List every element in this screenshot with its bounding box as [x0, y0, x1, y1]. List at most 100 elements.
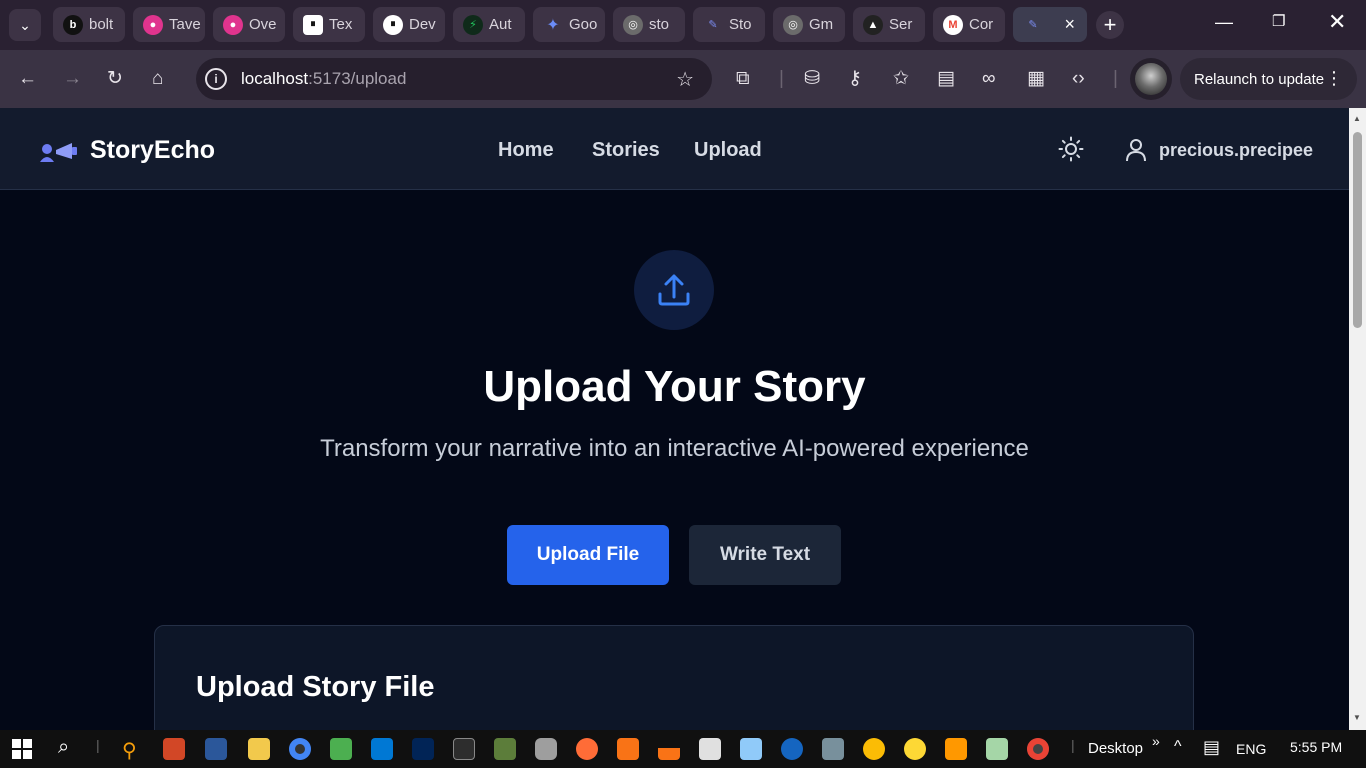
storyecho-favicon-icon: ✎ — [1028, 19, 1038, 31]
app-navbar: StoryEcho Home Stories Upload precious.p… — [0, 108, 1349, 190]
toolbar-overflow-chevron-icon[interactable]: » — [1152, 733, 1160, 749]
site-info-icon[interactable]: i — [205, 68, 227, 90]
tab-server[interactable]: ▲ Ser — [853, 7, 925, 42]
card-title: Upload Story File — [196, 671, 435, 703]
windows-start-icon[interactable] — [12, 739, 32, 759]
taskbar-git-icon[interactable] — [494, 738, 516, 760]
devtools-icon[interactable]: ‹› — [1072, 68, 1085, 90]
toolbar-divider: | — [779, 68, 784, 89]
extensions-icon[interactable]: ⧉ — [736, 68, 750, 90]
more-menu-icon[interactable]: ⋮ — [1325, 68, 1343, 89]
close-tab-icon[interactable]: × — [1064, 14, 1075, 35]
nav-home-link[interactable]: Home — [498, 139, 554, 162]
tab-text[interactable]: ⏸ Tex — [293, 7, 365, 42]
nav-stories-link[interactable]: Stories — [592, 139, 660, 162]
relaunch-button[interactable]: Relaunch to update ⋮ — [1180, 58, 1357, 100]
tab-gmail-compose[interactable]: M Cor — [933, 7, 1005, 42]
render-favicon-icon: ▲ — [863, 14, 883, 35]
taskbar-xampp-icon[interactable] — [617, 738, 639, 760]
taskbar-notepad-icon[interactable] — [986, 738, 1008, 760]
system-tray-up-icon[interactable]: ^ — [1174, 738, 1182, 756]
nav-upload-link[interactable]: Upload — [694, 139, 762, 162]
home-icon[interactable]: ⌂ — [152, 68, 163, 90]
taskbar-calculator-icon[interactable] — [699, 738, 721, 760]
tab-active-storyecho[interactable]: ✎ × — [1013, 7, 1087, 42]
taskbar-warning-app-icon[interactable] — [904, 738, 926, 760]
sidepanel-icon[interactable]: ▦ — [1027, 68, 1045, 90]
tab-google[interactable]: ✦ Goo — [533, 7, 605, 42]
scrollbar-thumb[interactable] — [1353, 132, 1362, 328]
tab-tavus[interactable]: ● Tave — [133, 7, 205, 42]
reload-icon[interactable]: ↻ — [107, 68, 123, 90]
new-tab-button[interactable]: + — [1096, 11, 1124, 39]
page-viewport: StoryEcho Home Stories Upload precious.p… — [0, 108, 1349, 730]
tab-dev[interactable]: ⏸ Dev — [373, 7, 445, 42]
globe-favicon-icon: ◎ — [623, 14, 643, 35]
scroll-up-icon[interactable]: ▲ — [1353, 114, 1361, 123]
close-window-icon[interactable]: ✕ — [1328, 9, 1346, 35]
profile-avatar[interactable] — [1130, 58, 1172, 100]
bolt-favicon-icon: b — [63, 14, 83, 35]
brand[interactable]: StoryEcho — [38, 136, 215, 165]
globe-favicon-icon: ◎ — [783, 14, 803, 35]
megaphone-logo-icon — [40, 142, 77, 162]
reading-mode-icon[interactable]: ▤ — [937, 68, 955, 90]
language-indicator[interactable]: ENG — [1236, 741, 1266, 757]
taskbar-divider: | — [1071, 737, 1075, 753]
page-subtitle: Transform your narrative into an interac… — [320, 435, 1029, 462]
clock-time[interactable]: 5:55 PM — [1290, 739, 1342, 755]
url-text[interactable]: localhost:5173/upload — [241, 69, 406, 89]
back-icon[interactable]: ← — [18, 68, 37, 90]
tavus-favicon-icon: ● — [223, 14, 243, 35]
taskbar-search-icon[interactable]: ⌕ — [58, 736, 69, 759]
incognito-icon[interactable]: ⛁ — [804, 68, 820, 90]
upload-file-button[interactable]: Upload File — [507, 525, 669, 585]
profile-photo — [1135, 63, 1167, 95]
taskbar-powerpoint-icon[interactable] — [163, 738, 185, 760]
taskbar-database-icon[interactable] — [535, 738, 557, 760]
taskbar-app-icon[interactable] — [740, 738, 762, 760]
pause-favicon-icon: ⏸ — [303, 14, 323, 35]
taskbar-powershell-icon[interactable] — [412, 738, 434, 760]
taskbar-file-explorer-icon[interactable] — [248, 738, 270, 760]
taskbar-fl-studio-icon[interactable] — [945, 738, 967, 760]
bookmark-star-icon[interactable]: ☆ — [676, 67, 694, 92]
taskbar-vscode-icon[interactable] — [371, 738, 393, 760]
page-scrollbar[interactable]: ▲ ▼ — [1349, 108, 1366, 730]
taskbar-chrome-icon[interactable] — [289, 738, 311, 760]
taskbar-vlc-icon[interactable] — [658, 738, 680, 760]
restore-icon[interactable]: ❐ — [1272, 12, 1285, 30]
user-menu[interactable]: precious.precipee — [1125, 138, 1313, 162]
tab-auth[interactable]: ⚡ Aut — [453, 7, 525, 42]
tab-bolt[interactable]: b bolt — [53, 7, 125, 42]
tab-gmail[interactable]: ◎ Gm — [773, 7, 845, 42]
taskbar-search-app-icon[interactable]: ⚲ — [122, 738, 144, 762]
scroll-down-icon[interactable]: ▼ — [1353, 713, 1361, 722]
sun-theme-toggle-icon[interactable] — [1058, 136, 1084, 162]
minimize-icon[interactable]: — — [1215, 12, 1233, 33]
upload-icon — [658, 274, 690, 306]
taskbar-chrome-profile-icon[interactable] — [1027, 738, 1049, 760]
tab-stories[interactable]: ◎ sto — [613, 7, 685, 42]
taskbar-notes-icon[interactable] — [330, 738, 352, 760]
tab-storyecho[interactable]: ✎ Sto — [693, 7, 765, 42]
user-icon — [1126, 139, 1146, 162]
tab-search-button[interactable]: ⌄ — [9, 9, 41, 41]
tab-overview[interactable]: ● Ove — [213, 7, 285, 42]
address-bar[interactable]: i localhost:5173/upload ☆ — [196, 58, 712, 100]
username: precious.precipee — [1159, 139, 1314, 160]
taskbar-postman-icon[interactable] — [576, 738, 598, 760]
taskbar-chrome-alt-icon[interactable] — [863, 738, 885, 760]
favorites-icon[interactable]: ✩ — [893, 68, 909, 90]
desktop-toolbar-label[interactable]: Desktop — [1088, 740, 1143, 757]
write-text-button[interactable]: Write Text — [689, 525, 841, 585]
pause-favicon-icon: ⏸ — [383, 14, 403, 35]
password-key-icon[interactable]: ⚷ — [848, 68, 862, 90]
taskbar-photos-icon[interactable] — [822, 738, 844, 760]
link-icon[interactable]: ∞ — [982, 68, 996, 90]
notifications-icon[interactable]: ▤ — [1203, 737, 1220, 758]
taskbar-t-app-icon[interactable] — [781, 738, 803, 760]
taskbar-terminal-icon[interactable] — [453, 738, 475, 760]
taskbar-word-icon[interactable] — [205, 738, 227, 760]
forward-icon[interactable]: → — [63, 68, 82, 90]
